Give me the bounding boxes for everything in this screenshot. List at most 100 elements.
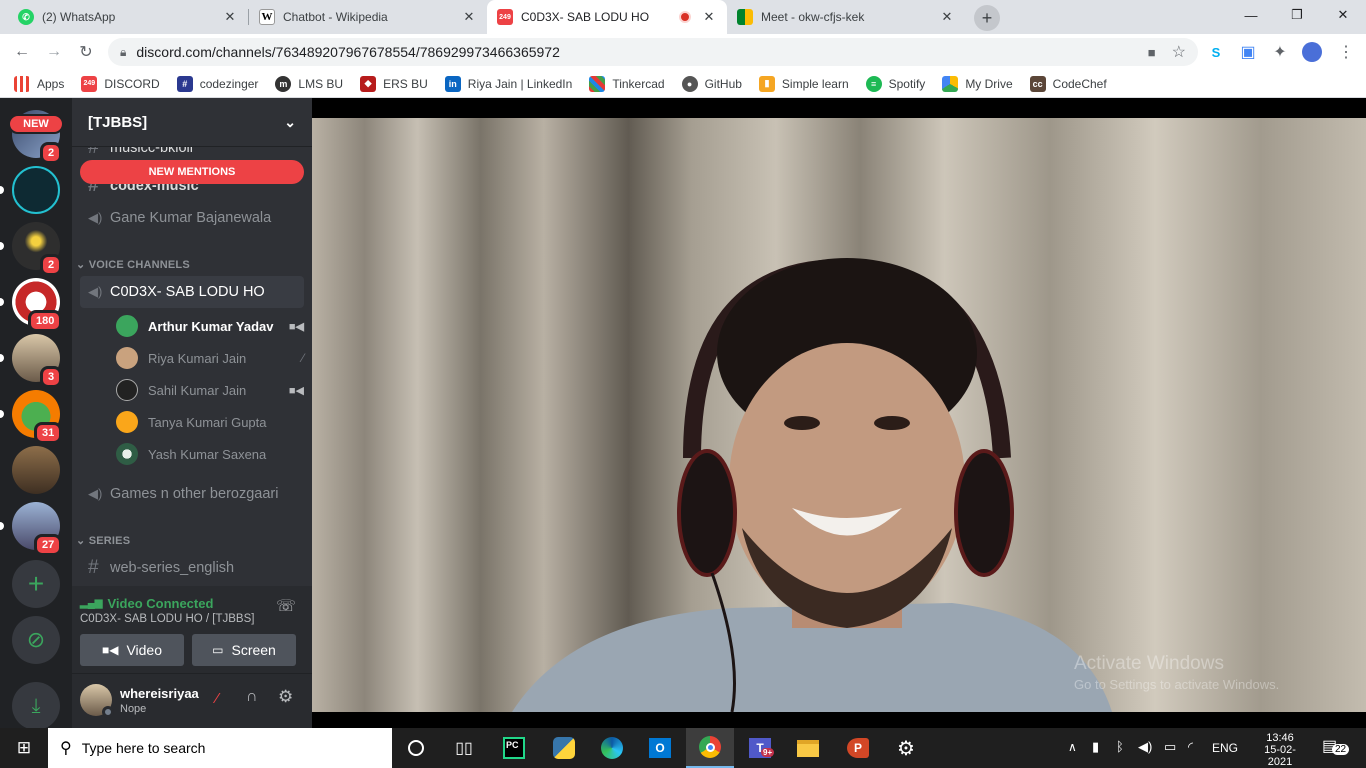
skype-extension-icon[interactable]: S — [1204, 40, 1228, 64]
outlook-icon[interactable]: O — [636, 728, 684, 768]
bookmark-spotify[interactable]: ≡ Spotify — [865, 75, 925, 92]
bookmark-simplilearn[interactable]: ▮ Simple learn — [758, 75, 849, 92]
extensions-puzzle-icon[interactable]: ✦ — [1268, 40, 1292, 64]
webcam-feed-image — [312, 98, 1366, 728]
server-icon[interactable] — [12, 446, 60, 494]
headphones-icon[interactable]: ∩ — [246, 688, 258, 706]
add-server-button[interactable]: + — [12, 560, 60, 608]
bookmark-star-icon[interactable]: ☆ — [1172, 42, 1186, 62]
maximize-button[interactable]: ❐ — [1274, 0, 1320, 30]
bookmark-lms[interactable]: m LMS BU — [275, 75, 343, 92]
category-voice-channels[interactable]: ⌄ VOICE CHANNELS — [76, 258, 190, 271]
tab-whatsapp[interactable]: ✆ (2) WhatsApp ✕ — [8, 0, 248, 34]
battery-icon[interactable]: ▭ — [1164, 739, 1176, 755]
chevron-down-icon[interactable]: ⌄ — [284, 114, 296, 131]
file-explorer-icon[interactable] — [784, 728, 832, 768]
speaker-icon: ◀) — [88, 486, 103, 501]
teams-icon[interactable]: T 9+ — [736, 728, 784, 768]
bookmark-apps[interactable]: Apps — [14, 75, 64, 92]
bookmark-discord[interactable]: 249 DISCORD — [81, 75, 160, 92]
channel-web-series[interactable]: # web-series_english — [80, 552, 304, 584]
bookmark-github[interactable]: ● GitHub — [681, 75, 742, 92]
voice-status: Video Connected — [107, 596, 214, 611]
close-tab-icon[interactable]: ✕ — [222, 9, 238, 25]
taskbar-search[interactable]: ⚲ Type here to search — [48, 728, 392, 768]
bookmark-ers[interactable]: ◆ ERS BU — [360, 75, 428, 92]
screen-share-button[interactable]: ▭ Screen — [192, 634, 296, 666]
video-button[interactable]: ■◀ Video — [80, 634, 184, 666]
avatar — [116, 315, 138, 337]
microphone-icon[interactable]: ▮ — [1092, 739, 1099, 755]
close-window-button[interactable]: ✕ — [1320, 0, 1366, 30]
category-series[interactable]: ⌄ SERIES — [76, 534, 130, 547]
mute-mic-icon[interactable]: ⁄ — [216, 690, 219, 707]
camera-in-use-icon[interactable]: ■ — [1148, 45, 1156, 60]
chrome-menu-icon[interactable]: ⋮ — [1334, 40, 1358, 64]
bookmark-tinkercad[interactable]: Tinkercad — [589, 75, 665, 92]
mention-badge: 31 — [34, 422, 63, 444]
address-bar[interactable]: 🔒︎ discord.com/channels/7634892079676785… — [108, 38, 1198, 66]
discord-icon: 249 — [81, 75, 98, 92]
close-tab-icon[interactable]: ✕ — [461, 9, 477, 25]
tab-discord-active[interactable]: 249 C0D3X- SAB LODU HO ✕ — [487, 0, 727, 34]
voice-channel-active[interactable]: ◀) C0D3X- SAB LODU HO — [80, 276, 304, 308]
settings-gear-icon[interactable]: ⚙ — [882, 728, 930, 768]
tab-title: C0D3X- SAB LODU HO — [521, 10, 650, 24]
new-pill[interactable]: NEW — [8, 114, 64, 134]
explore-compass-icon[interactable]: ⊘ — [12, 616, 60, 664]
video-camera-icon: ■◀ — [101, 643, 119, 657]
video-stream[interactable]: Activate Windows Go to Settings to activ… — [312, 98, 1366, 728]
new-tab-button[interactable]: + — [974, 5, 1000, 31]
voice-channel-games[interactable]: ◀) Games n other berozgaari — [80, 478, 304, 510]
chrome-taskbar-icon[interactable] — [686, 728, 734, 768]
avatar — [116, 379, 138, 401]
signal-bars-icon: ▂▄▆ — [80, 598, 103, 609]
pycharm-icon[interactable]: PC — [490, 728, 538, 768]
bluetooth-icon[interactable]: ᛒ — [1116, 739, 1124, 754]
minimize-button[interactable]: — — [1228, 0, 1274, 30]
reload-button[interactable]: ↻ — [74, 40, 98, 64]
voice-user[interactable]: Arthur Kumar Yadav ■◀ — [116, 312, 304, 340]
voice-channel-gane[interactable]: ◀) Gane Kumar Bajanewala — [80, 202, 304, 234]
tab-wikipedia[interactable]: W Chatbot - Wikipedia ✕ — [249, 0, 487, 34]
settings-gear-icon[interactable]: ⚙ — [278, 687, 293, 707]
volume-icon[interactable]: ◀) — [1138, 739, 1152, 755]
python-icon[interactable] — [540, 728, 588, 768]
voice-user[interactable]: Riya Kumari Jain ⁄ — [116, 344, 304, 372]
close-tab-icon[interactable]: ✕ — [939, 9, 955, 25]
cortana-icon[interactable] — [392, 728, 440, 768]
back-button[interactable]: ← — [10, 40, 34, 64]
notification-center-icon[interactable]: ▤ 22 — [1322, 736, 1350, 760]
chevron-up-icon[interactable]: ∧ — [1068, 740, 1077, 754]
server-icon[interactable] — [12, 166, 60, 214]
extension-icon[interactable]: ▣ — [1236, 40, 1260, 64]
mention-badge: 2 — [40, 254, 63, 276]
voice-user[interactable]: Yash Kumar Saxena — [116, 440, 304, 468]
start-button[interactable]: ⊞ — [0, 728, 48, 768]
bookmark-linkedin[interactable]: in Riya Jain | LinkedIn — [444, 75, 572, 92]
download-apps-icon[interactable]: ⤓ — [12, 682, 60, 730]
hash-icon: # — [88, 557, 99, 578]
edge-icon[interactable] — [588, 728, 636, 768]
server-header[interactable]: [TJBBS] ⌄ — [72, 98, 312, 146]
disconnect-icon[interactable]: ☏ — [276, 596, 296, 616]
voice-user[interactable]: Tanya Kumari Gupta — [116, 408, 304, 436]
language-indicator[interactable]: ENG — [1212, 741, 1238, 755]
profile-avatar[interactable] — [1302, 42, 1322, 62]
wifi-icon[interactable]: ◜ — [1188, 739, 1193, 755]
bookmark-codezinger[interactable]: # codezinger — [176, 75, 258, 92]
tab-meet[interactable]: Meet - okw-cfjs-kek ✕ — [727, 0, 965, 34]
clock[interactable]: 13:46 15-02-2021 — [1252, 732, 1308, 768]
bookmark-codechef[interactable]: cc CodeChef — [1029, 75, 1107, 92]
close-tab-icon[interactable]: ✕ — [701, 9, 717, 25]
powerpoint-icon[interactable]: P — [834, 728, 882, 768]
codechef-icon: cc — [1029, 75, 1046, 92]
voice-user[interactable]: Sahil Kumar Jain ■◀ — [116, 376, 304, 404]
speaker-icon: ◀) — [88, 284, 103, 299]
new-mentions-bar[interactable]: NEW MENTIONS — [80, 160, 304, 184]
teams-badge: 9+ — [761, 748, 775, 757]
task-view-icon[interactable]: ▯▯ — [440, 728, 488, 768]
recording-icon — [679, 11, 691, 23]
bookmark-drive[interactable]: My Drive — [942, 75, 1013, 92]
forward-button[interactable]: → — [42, 40, 66, 64]
